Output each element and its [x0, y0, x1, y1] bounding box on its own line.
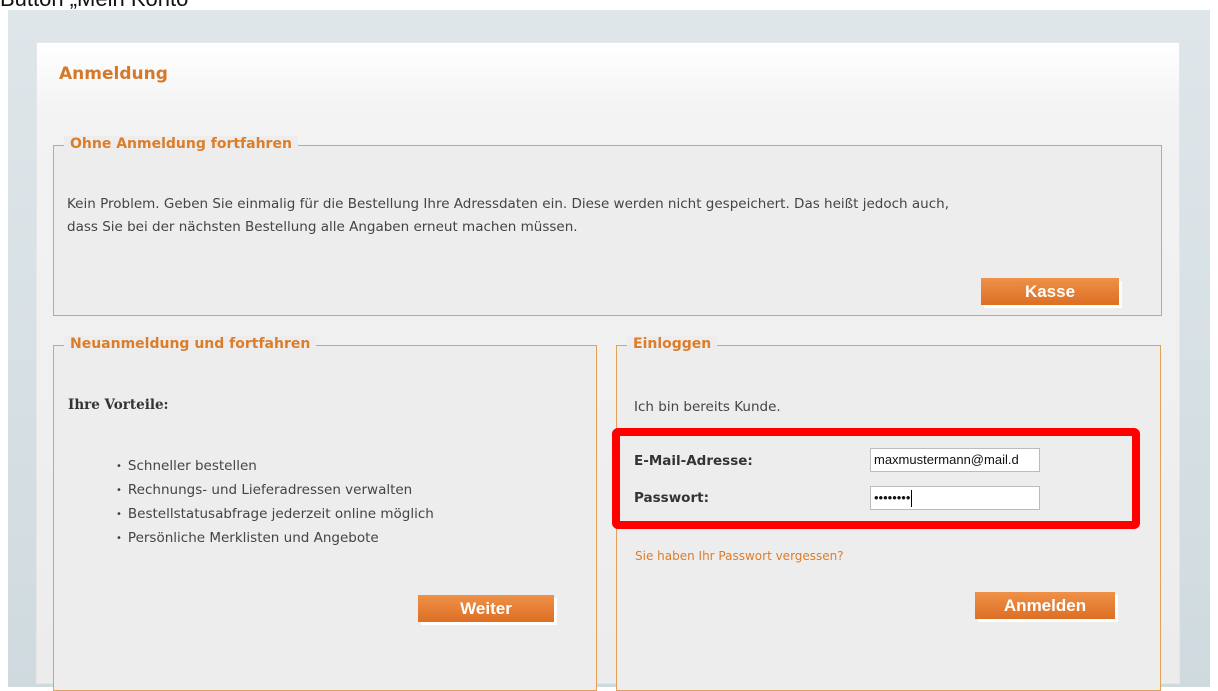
highlight-frame — [612, 428, 1140, 529]
benefits-title: Ihre Vorteile: — [68, 397, 169, 413]
guest-info-line-2: dass Sie bei der nächsten Bestellung all… — [67, 219, 578, 235]
page-title: Anmeldung — [59, 64, 168, 84]
guest-checkout-legend: Ohne Anmeldung fortfahren — [64, 136, 298, 152]
existing-customer-text: Ich bin bereits Kunde. — [634, 399, 781, 415]
benefit-item: Rechnungs- und Lieferadressen verwalten — [116, 479, 434, 503]
register-legend: Neuanmeldung und fortfahren — [64, 336, 317, 352]
login-legend: Einloggen — [627, 336, 718, 352]
benefit-item: Schneller bestellen — [116, 455, 434, 479]
screenshot-caption: Button „Mein Konto“ — [0, 0, 196, 11]
benefits-list: Schneller bestellen Rechnungs- und Liefe… — [116, 455, 434, 551]
checkout-button[interactable]: Kasse — [981, 278, 1119, 305]
guest-info-line-1: Kein Problem. Geben Sie einmalig für die… — [67, 196, 949, 212]
login-button[interactable]: Anmelden — [975, 592, 1115, 619]
forgot-password-link[interactable]: Sie haben Ihr Passwort vergessen? — [635, 549, 844, 563]
benefit-item: Persönliche Merklisten und Angebote — [116, 527, 434, 551]
benefit-item: Bestellstatusabfrage jederzeit online mö… — [116, 503, 434, 527]
continue-button[interactable]: Weiter — [418, 595, 554, 622]
